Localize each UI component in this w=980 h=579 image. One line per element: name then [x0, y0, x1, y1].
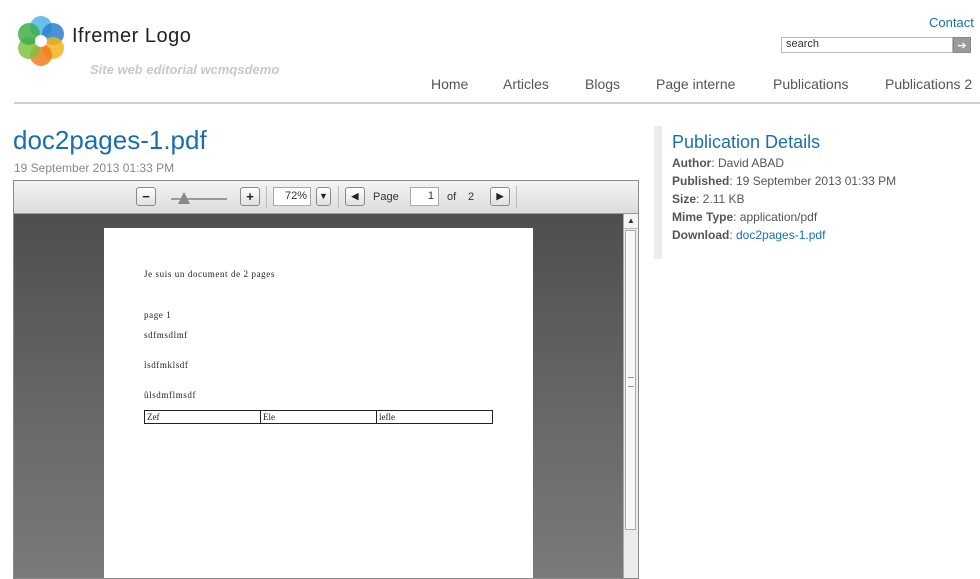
page-text-line: Je suis un document de 2 pages — [144, 269, 275, 279]
zoom-in-button[interactable]: + — [240, 187, 260, 206]
detail-published: Published: 19 September 2013 01:33 PM — [672, 174, 896, 188]
page-text-line: sdfmsdlmf — [144, 330, 188, 340]
viewer-toolbar: − + 72% ▼ ◀ Page 1 of 2 ▶ — [14, 181, 638, 214]
nav-item-publications[interactable]: Publications — [773, 76, 849, 92]
table-cell: lefle — [379, 412, 395, 422]
page-text-line: page 1 — [144, 310, 172, 320]
nav-item-publications-2[interactable]: Publications 2 — [885, 76, 980, 92]
nav-item-home[interactable]: Home — [431, 76, 468, 92]
detail-value: : 2.11 KB — [696, 192, 745, 206]
of-label: of — [447, 191, 457, 203]
scroll-grip-icon — [628, 377, 634, 387]
detail-label: Download — [672, 228, 730, 242]
site-subtitle: Site web editorial wcmqsdemo — [90, 62, 280, 77]
ifremer-logo-icon[interactable] — [14, 14, 68, 68]
detail-value: : — [729, 228, 736, 242]
pdf-page: Je suis un document de 2 pages page 1 sd… — [104, 228, 533, 578]
toolbar-separator — [338, 186, 339, 208]
detail-value: : application/pdf — [733, 210, 818, 224]
page-text-line: lsdfmklsdf — [144, 360, 189, 370]
page-table: Zef Ele lefle — [144, 410, 493, 424]
total-pages: 2 — [468, 191, 475, 203]
zoom-level-field[interactable]: 72% — [273, 187, 311, 206]
pdf-viewer: − + 72% ▼ ◀ Page 1 of 2 ▶ Je suis un doc… — [13, 180, 639, 579]
scrollbar-thumb[interactable] — [625, 230, 636, 530]
document-canvas[interactable]: Je suis un document de 2 pages page 1 sd… — [14, 214, 623, 578]
toolbar-separator — [516, 186, 517, 208]
detail-label: Size — [672, 192, 697, 206]
table-cell: Ele — [261, 411, 377, 423]
detail-value: : David ABAD — [711, 156, 785, 170]
contact-link[interactable]: Contact — [929, 15, 974, 30]
nav-item-blogs[interactable]: Blogs — [585, 76, 620, 92]
next-page-arrow-right-icon[interactable]: ▶ — [490, 187, 510, 206]
toolbar-separator — [266, 186, 267, 208]
download-link[interactable]: doc2pages-1.pdf — [736, 228, 825, 242]
detail-mime-type: Mime Type: application/pdf — [672, 210, 817, 224]
detail-download: Download: doc2pages-1.pdf — [672, 228, 825, 242]
detail-label: Published — [672, 174, 730, 188]
zoom-dropdown-chevron-down-icon[interactable]: ▼ — [316, 187, 331, 206]
detail-value: : 19 September 2013 01:33 PM — [729, 174, 897, 188]
zoom-out-button[interactable]: − — [136, 187, 156, 206]
detail-size: Size: 2.11 KB — [672, 192, 745, 206]
nav-divider — [14, 102, 980, 104]
logo-text[interactable]: Ifremer Logo — [72, 25, 191, 48]
details-heading: Publication Details — [672, 132, 821, 152]
page-number-input[interactable]: 1 — [410, 187, 439, 206]
page-label: Page — [373, 191, 399, 203]
search-button[interactable]: ➔ — [953, 37, 971, 53]
nav-item-page-interne[interactable]: Page interne — [656, 76, 735, 92]
previous-page-arrow-left-icon[interactable]: ◀ — [345, 187, 365, 206]
zoom-slider-thumb[interactable] — [178, 192, 190, 204]
document-date: 19 September 2013 01:33 PM — [14, 161, 175, 175]
details-accent-bar — [654, 126, 662, 259]
detail-author: Author: David ABAD — [672, 156, 784, 170]
document-title: doc2pages-1.pdf — [13, 125, 207, 155]
detail-label: Mime Type — [672, 210, 734, 224]
detail-label: Author — [672, 156, 712, 170]
viewer-scrollbar[interactable]: ▲ — [623, 214, 638, 578]
page-text-line: ûlsdmflmsdf — [144, 390, 197, 400]
table-cell: Zef — [145, 411, 261, 423]
scroll-up-arrow-icon[interactable]: ▲ — [624, 214, 638, 229]
nav-item-articles[interactable]: Articles — [503, 76, 549, 92]
search-input[interactable]: search — [781, 37, 953, 53]
